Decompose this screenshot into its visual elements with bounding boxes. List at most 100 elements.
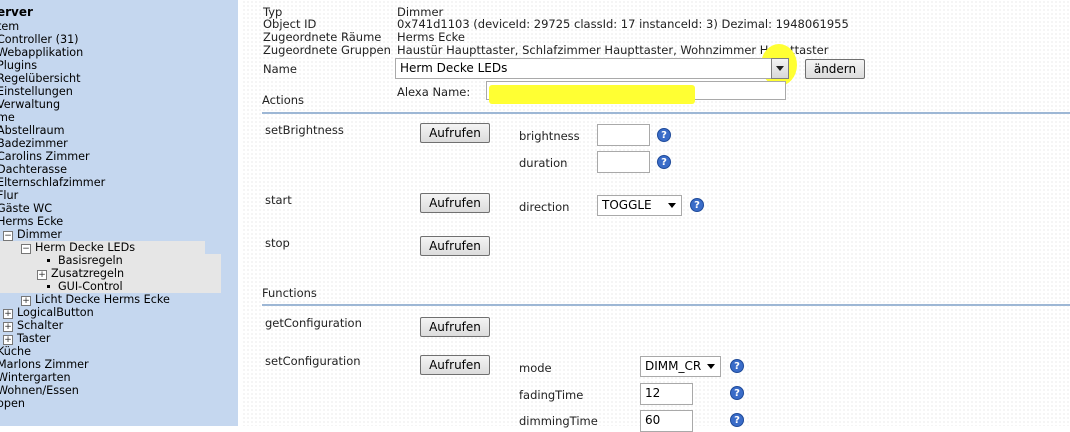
collapse-minus-icon[interactable]: − [3, 231, 13, 241]
rooms-label: Zugeordnete Räume [263, 30, 382, 44]
brightness-label: brightness [519, 129, 580, 143]
sidebar-item[interactable]: + Licht Decke Herms Ecke [0, 293, 237, 306]
object-id-label: Object ID [263, 17, 317, 31]
sidebar-item[interactable]: Badezimmer [0, 137, 237, 150]
sidebar-item[interactable]: Herms Ecke [0, 215, 237, 228]
sidebar-item-label: Wintergarten [0, 371, 71, 384]
sidebar-item-label: Verwaltung [0, 98, 61, 111]
direction-select[interactable]: TOGGLE [597, 195, 682, 216]
dimmingtime-input[interactable]: 60 [640, 410, 693, 432]
duration-input[interactable] [597, 151, 650, 173]
sidebar-item-label: Küche [0, 345, 31, 358]
brightness-input[interactable] [597, 124, 650, 146]
sidebar-item[interactable]: + Taster [0, 332, 237, 345]
mode-select[interactable]: DIMM_CR [640, 356, 721, 377]
chevron-down-icon [707, 364, 715, 369]
sidebar-item-label: Flur [0, 189, 19, 202]
bullet-icon [47, 285, 50, 288]
sidebar-item[interactable]: + Zusatzregeln [0, 267, 221, 280]
sidebar-item[interactable]: Wintergarten [0, 371, 237, 384]
actions-divider [262, 112, 1070, 114]
name-field[interactable]: Herm Decke LEDs [395, 58, 789, 79]
actions-heading: Actions [262, 93, 305, 107]
sidebar-item[interactable]: Dachterasse [0, 163, 237, 176]
sidebar-item-label: Basisregeln [58, 254, 123, 267]
sidebar-item[interactable]: Controller (31) [0, 33, 237, 46]
main-panel: Typ Dimmer Object ID 0x741d1103 (deviceI… [242, 0, 1070, 432]
sidebar-item[interactable]: Webapplikation [0, 46, 237, 59]
sidebar-item-label: Elternschlafzimmer [0, 176, 106, 189]
help-icon[interactable]: ? [657, 128, 671, 142]
sidebar-item-label: Marlons Zimmer [0, 358, 89, 371]
sidebar-item[interactable]: Küche [0, 345, 237, 358]
sidebar-item[interactable]: Plugins [0, 59, 237, 72]
sidebar-item-label: Dachterasse [0, 163, 67, 176]
sidebar-item-label: Badezimmer [0, 137, 68, 150]
change-name-button[interactable]: ändern [805, 59, 865, 79]
sidebar-item[interactable]: Gäste WC [0, 202, 237, 215]
sidebar-item-label: Plugins [0, 59, 38, 72]
sidebar-item-label: open [0, 397, 25, 410]
sidebar-item[interactable]: Abstellraum [0, 124, 237, 137]
sidebar-item-label: me [0, 111, 15, 124]
help-icon[interactable]: ? [690, 198, 704, 212]
sidebar-item[interactable]: + Schalter [0, 319, 237, 332]
sidebar-item[interactable]: Flur [0, 189, 237, 202]
expand-plus-icon[interactable]: + [3, 309, 13, 319]
expand-plus-icon[interactable]: + [3, 335, 13, 345]
sidebar-item[interactable]: erver [0, 6, 237, 20]
sidebar-item[interactable]: − Dimmer [0, 228, 237, 241]
setbrightness-call-button[interactable]: Aufrufen [420, 123, 490, 143]
setconfiguration-call-button[interactable]: Aufrufen [420, 355, 490, 375]
sidebar-item[interactable]: Elternschlafzimmer [0, 176, 237, 189]
sidebar-item-label: Herm Decke LEDs [35, 241, 136, 254]
sidebar-item[interactable]: Regelübersicht [0, 72, 237, 85]
sidebar-item-label: Abstellraum [0, 124, 65, 137]
sidebar-item-label: Dimmer [17, 228, 63, 241]
sidebar-item[interactable]: Carolins Zimmer [0, 150, 237, 163]
sidebar-item-label: Herms Ecke [0, 215, 64, 228]
expand-plus-icon[interactable]: + [3, 322, 13, 332]
sidebar-item[interactable]: Basisregeln [0, 254, 221, 267]
groups-label: Zugeordnete Gruppen [263, 43, 391, 57]
alexa-label: Alexa Name: [397, 85, 471, 99]
sidebar-item[interactable]: me [0, 111, 237, 124]
name-dropdown[interactable] [771, 58, 789, 79]
sidebar-item[interactable]: Verwaltung [0, 98, 237, 111]
sidebar-item[interactable]: Einstellungen [0, 85, 237, 98]
fadingtime-input[interactable]: 12 [640, 383, 693, 405]
sidebar-item[interactable]: GUI-Control [0, 280, 221, 293]
sidebar-item-label: Einstellungen [0, 85, 73, 98]
sidebar-item[interactable]: Marlons Zimmer [0, 358, 237, 371]
sidebar-item[interactable]: + LogicalButton [0, 306, 237, 319]
direction-value: TOGGLE [602, 198, 652, 212]
function-setconfiguration: setConfiguration [265, 354, 361, 368]
sidebar-item[interactable]: − Herm Decke LEDs [0, 241, 205, 254]
action-start: start [265, 193, 292, 207]
duration-label: duration [519, 156, 568, 170]
help-icon[interactable]: ? [657, 155, 671, 169]
direction-label: direction [519, 200, 570, 214]
help-icon[interactable]: ? [730, 413, 744, 427]
sidebar-item-label: Wohnen/Essen [0, 384, 79, 397]
sidebar-item[interactable]: tem [0, 20, 237, 33]
getconfiguration-call-button[interactable]: Aufrufen [420, 317, 490, 337]
action-setbrightness: setBrightness [265, 123, 344, 137]
sidebar-item-label: erver [0, 5, 33, 19]
functions-heading: Functions [262, 286, 317, 300]
help-icon[interactable]: ? [730, 386, 744, 400]
function-getconfiguration: getConfiguration [265, 316, 362, 330]
name-label: Name [263, 62, 297, 76]
sidebar-item[interactable]: open [0, 397, 237, 410]
sidebar-item-label: tem [0, 20, 20, 33]
sidebar-item[interactable]: Wohnen/Essen [0, 384, 237, 397]
expand-plus-icon[interactable]: + [21, 296, 31, 306]
start-call-button[interactable]: Aufrufen [420, 193, 490, 213]
bullet-icon [47, 259, 50, 262]
help-icon[interactable]: ? [730, 359, 744, 373]
navigation-tree: ervertemController (31)WebapplikationPlu… [0, 6, 237, 410]
collapse-minus-icon[interactable]: − [21, 244, 31, 254]
stop-call-button[interactable]: Aufrufen [420, 236, 490, 256]
sidebar-item-label: Controller (31) [0, 33, 79, 46]
expand-plus-icon[interactable]: + [37, 270, 47, 280]
